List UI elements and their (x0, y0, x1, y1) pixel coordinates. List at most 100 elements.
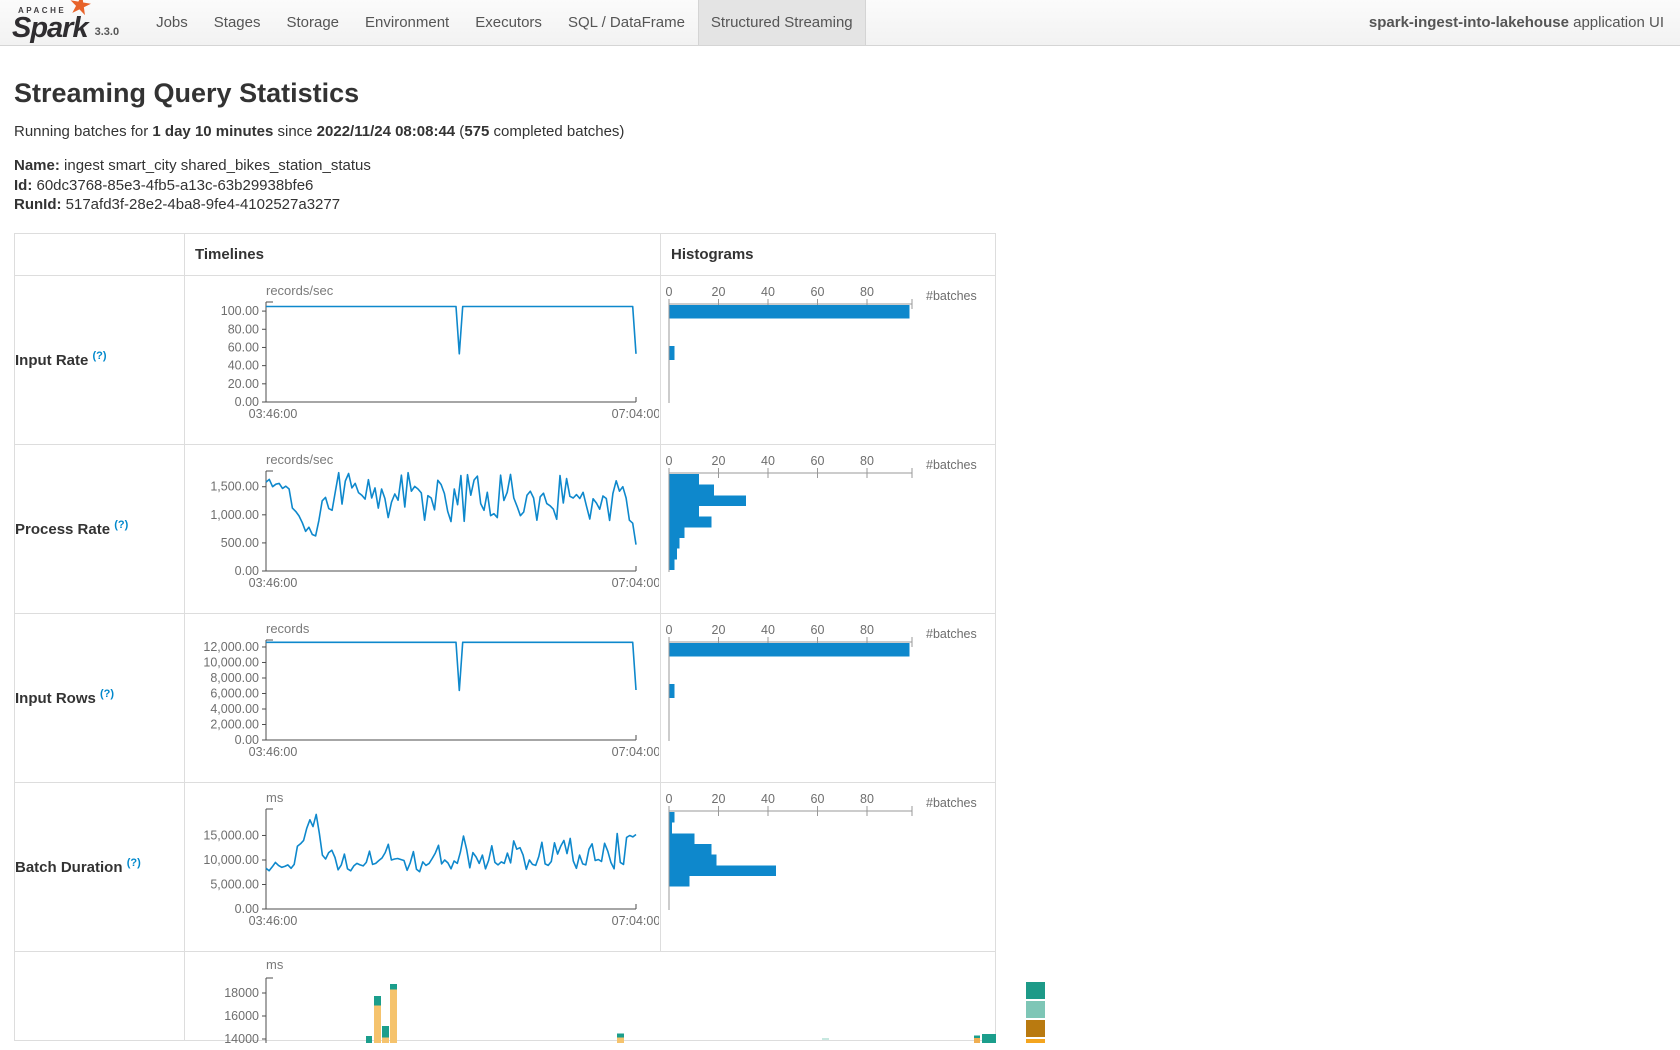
svg-text:ms: ms (266, 790, 284, 805)
query-runid-line: RunId: 517afd3f-28e2-4ba8-9fe4-4102527a3… (14, 195, 1666, 215)
page-title: Streaming Query Statistics (14, 78, 1666, 109)
svg-text:80: 80 (860, 454, 874, 468)
app-name: spark-ingest-into-lakehouse (1369, 14, 1569, 31)
svg-text:07:04:00: 07:04:00 (612, 407, 659, 421)
running-prefix: Running batches for (14, 123, 152, 140)
table-row-process-rate: Process Rate (?) records/sec0.00500.001,… (15, 444, 996, 613)
svg-text:20.00: 20.00 (228, 376, 259, 390)
nav-tabs: JobsStagesStorageEnvironmentExecutorsSQL… (143, 0, 866, 45)
svg-text:500.00: 500.00 (221, 535, 259, 549)
timelines-header: Timelines (185, 233, 661, 275)
nav-tab[interactable]: Jobs (143, 0, 201, 45)
svg-text:records/sec: records/sec (266, 283, 334, 298)
nav-tab[interactable]: Executors (462, 0, 555, 45)
svg-text:records: records (266, 621, 310, 636)
svg-text:0: 0 (666, 623, 673, 637)
row-label: Input Rows (15, 690, 96, 707)
page-content: Streaming Query Statistics Running batch… (0, 78, 1680, 1041)
svg-text:40: 40 (761, 792, 775, 806)
svg-text:4,000.00: 4,000.00 (210, 701, 259, 715)
svg-text:40.00: 40.00 (228, 358, 259, 372)
query-meta: Name: ingest smart_city shared_bikes_sta… (14, 156, 1666, 215)
help-link[interactable]: (?) (127, 857, 141, 869)
table-row-batch-duration: Batch Duration (?) ms0.005,000.0010,000.… (15, 782, 996, 951)
svg-text:records/sec: records/sec (266, 452, 334, 467)
nav-tab[interactable]: Environment (352, 0, 462, 45)
query-runid-label: RunId: (14, 196, 61, 213)
running-duration: 1 day 10 minutes (152, 123, 273, 140)
svg-text:40: 40 (761, 623, 775, 637)
running-suffix: completed batches) (489, 123, 624, 140)
nav-tab[interactable]: Structured Streaming (698, 0, 866, 45)
svg-text:03:46:00: 03:46:00 (249, 576, 298, 590)
svg-text:0: 0 (666, 792, 673, 806)
completed-batches-count: 575 (464, 123, 489, 140)
query-id-line: Id: 60dc3768-85e3-4fb5-a13c-63b29938bfe6 (14, 176, 1666, 196)
row-label-cell: Input Rate (?) (15, 275, 185, 444)
svg-text:6,000.00: 6,000.00 (210, 686, 259, 700)
batch-duration-timeline-chart: ms0.005,000.0010,000.0015,000.0003:46:00… (185, 783, 659, 951)
svg-text:0: 0 (666, 285, 673, 299)
query-name-line: Name: ingest smart_city shared_bikes_sta… (14, 156, 1666, 176)
histograms-header: Histograms (661, 233, 996, 275)
batch-duration-histogram-chart: 020406080#batches (661, 783, 994, 951)
row-label-cell: Process Rate (?) (15, 444, 185, 613)
svg-text:15,000.00: 15,000.00 (203, 828, 259, 842)
svg-text:5,000.00: 5,000.00 (210, 877, 259, 891)
svg-text:1,000.00: 1,000.00 (210, 507, 259, 521)
svg-text:#batches: #batches (926, 796, 977, 810)
svg-text:20: 20 (712, 623, 726, 637)
svg-text:ms: ms (266, 957, 284, 972)
svg-text:80: 80 (860, 623, 874, 637)
svg-text:20: 20 (712, 285, 726, 299)
svg-text:10,000.00: 10,000.00 (203, 655, 259, 669)
empty-header-cell (15, 233, 185, 275)
svg-text:2,000.00: 2,000.00 (210, 717, 259, 731)
svg-text:80: 80 (860, 792, 874, 806)
query-id-value: 60dc3768-85e3-4fb5-a13c-63b29938bfe6 (32, 177, 313, 194)
svg-text:8,000.00: 8,000.00 (210, 670, 259, 684)
svg-text:100.00: 100.00 (221, 304, 259, 318)
svg-text:14000: 14000 (224, 1032, 259, 1043)
row-label-cell (15, 951, 185, 1040)
top-nav: APACHE Spark ★ 3.3.0 JobsStagesStorageEn… (0, 0, 1680, 46)
spark-logo[interactable]: APACHE Spark ★ 3.3.0 (0, 0, 129, 45)
svg-text:40: 40 (761, 285, 775, 299)
spark-star-icon: ★ (66, 0, 95, 21)
help-link[interactable]: (?) (114, 519, 128, 531)
input-rate-histogram-chart: 020406080#batches (661, 276, 994, 444)
row-label-cell: Batch Duration (?) (15, 782, 185, 951)
svg-text:80.00: 80.00 (228, 322, 259, 336)
svg-text:03:46:00: 03:46:00 (249, 914, 298, 928)
input-rows-histogram-chart: 0 20 40 60 80 #batches (661, 614, 994, 782)
svg-text:#batches: #batches (926, 458, 977, 472)
svg-text:#batches: #batches (926, 627, 977, 641)
svg-text:40: 40 (761, 454, 775, 468)
input-rows-timeline-chart: records0.002,000.004,000.006,000.008,000… (185, 614, 659, 782)
nav-tab[interactable]: Stages (201, 0, 274, 45)
running-batches-line: Running batches for 1 day 10 minutes sin… (14, 123, 1666, 140)
process-rate-histogram-chart: 020406080#batches (661, 445, 994, 613)
svg-text:07:04:00: 07:04:00 (612, 914, 659, 928)
svg-text:03:46:00: 03:46:00 (249, 407, 298, 421)
nav-tab[interactable]: Storage (273, 0, 352, 45)
svg-text:80: 80 (860, 285, 874, 299)
row-label: Batch Duration (15, 859, 123, 876)
help-link[interactable]: (?) (93, 350, 107, 362)
running-paren: ( (455, 123, 464, 140)
spark-version: 3.3.0 (95, 26, 119, 38)
running-since-timestamp: 2022/11/24 08:08:44 (317, 123, 455, 140)
app-title-suffix: application UI (1569, 14, 1664, 31)
svg-text:16000: 16000 (224, 1009, 259, 1023)
svg-text:07:04:00: 07:04:00 (612, 745, 659, 759)
query-id-label: Id: (14, 177, 32, 194)
operation-duration-stacked-chart: ms 14000 16000 18000 (185, 952, 1065, 1043)
help-link[interactable]: (?) (100, 688, 114, 700)
svg-text:60: 60 (811, 623, 825, 637)
running-since-word: since (273, 123, 316, 140)
process-rate-timeline-chart: records/sec0.00500.001,000.001,500.0003:… (185, 445, 659, 613)
svg-text:20: 20 (712, 792, 726, 806)
nav-tab[interactable]: SQL / DataFrame (555, 0, 698, 45)
svg-text:18000: 18000 (224, 986, 259, 1000)
svg-text:12,000.00: 12,000.00 (203, 639, 259, 653)
